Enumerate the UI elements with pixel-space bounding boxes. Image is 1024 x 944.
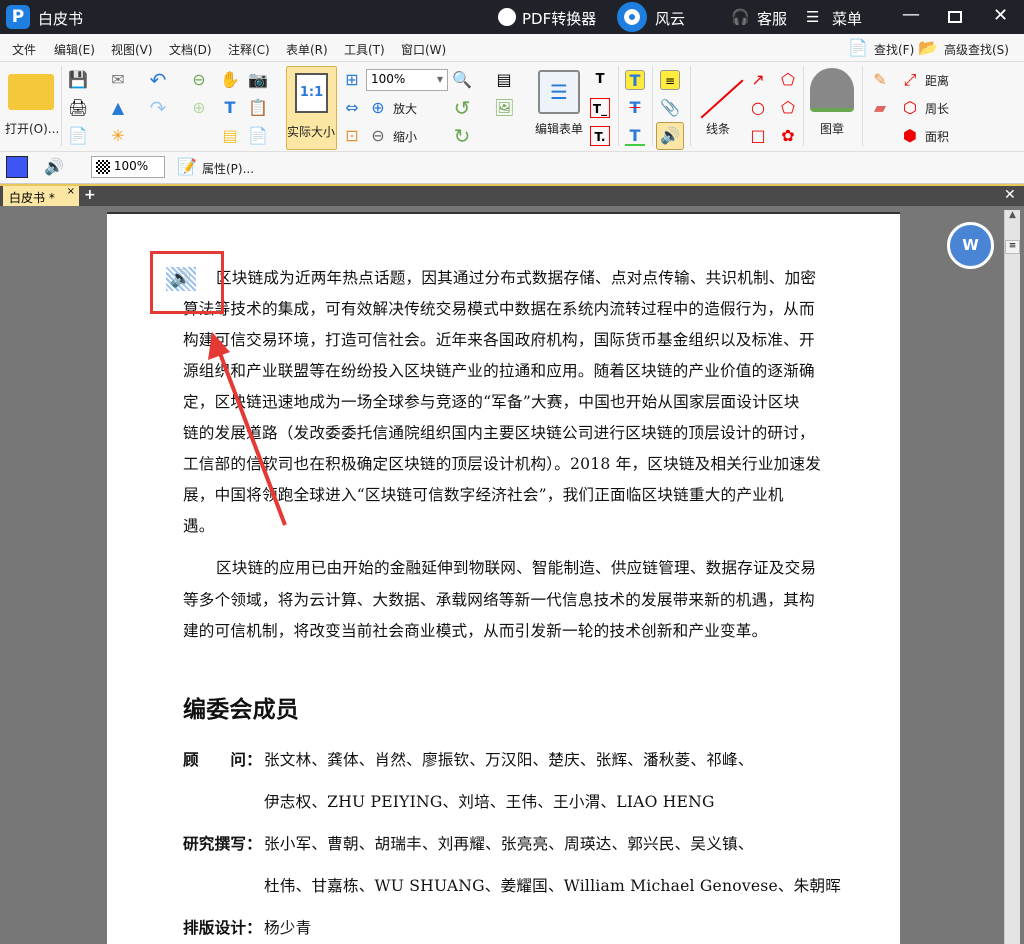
scroll-thumb[interactable]: ≡ [1005, 240, 1020, 254]
word-convert-button[interactable]: W [947, 222, 994, 269]
vertical-scrollbar[interactable]: ▲ ≡ [1004, 210, 1020, 944]
scroll-up-icon[interactable]: ▲ [1005, 210, 1020, 226]
annotation-arrow [208, 332, 287, 526]
